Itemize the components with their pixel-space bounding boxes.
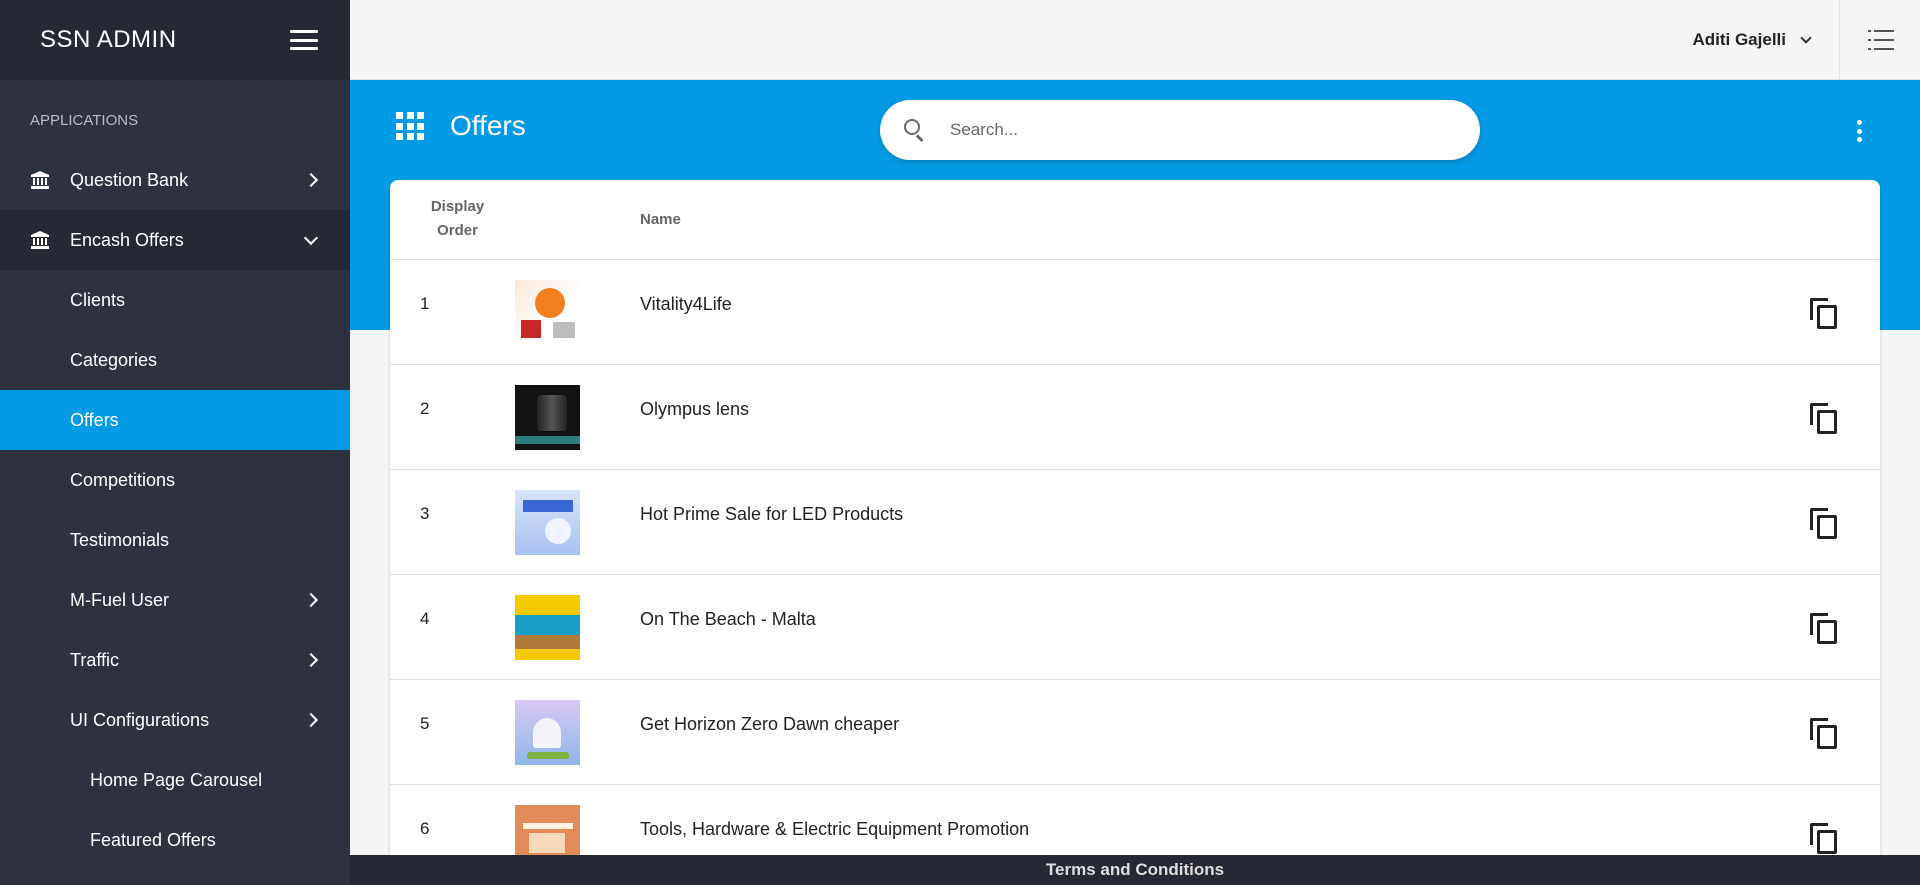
sidebar: SSN ADMIN APPLICATIONS Question Bank Enc… [0,0,350,885]
sidebar-brand: SSN ADMIN [0,0,350,80]
offer-name-cell: Get Horizon Zero Dawn cheaper [640,714,900,734]
brand-title: SSN ADMIN [40,26,177,53]
offer-name-cell: Olympus lens [640,399,750,419]
sidebar-item-featured-offers[interactable]: Featured Offers [0,810,350,870]
offer-name-cell: On The Beach - Malta [640,609,816,629]
page-title-group: Offers [396,110,526,142]
offer-name-cell: Hot Prime Sale for LED Products [640,504,904,524]
table-row[interactable]: 1 Vitality4Life [390,260,1880,365]
bank-icon [30,170,50,190]
sidebar-item-offers[interactable]: Offers [0,390,350,450]
sidebar-item-label: Home Page Carousel [90,769,263,790]
user-menu[interactable]: Aditi Gajelli [1692,0,1812,80]
section-label: APPLICATIONS [30,112,139,129]
sidebar-item-ui-configurations[interactable]: UI Configurations [0,690,350,750]
more-vert-icon[interactable] [1856,120,1862,142]
offer-thumbnail [515,700,580,765]
search-input[interactable] [950,120,1430,140]
column-header-display-order[interactable]: Display Order [415,195,500,243]
display-order-cell: 1 [420,294,430,313]
sidebar-item-question-bank[interactable]: Question Bank [0,150,350,210]
offer-thumbnail [515,805,580,860]
chevron-down-icon [1800,31,1812,44]
sidebar-item-label: Testimonials [70,529,170,550]
table-header: Display Order Name [390,180,1880,260]
sidebar-item-label: Featured Offers [90,829,216,850]
sidebar-item-label: Categories [70,349,158,370]
hamburger-menu-icon[interactable] [290,30,318,50]
sidebar-item-competitions[interactable]: Competitions [0,450,350,510]
page-title: Offers [450,110,526,141]
offer-thumbnail [515,490,580,555]
copy-icon[interactable] [1810,718,1838,750]
copy-icon[interactable] [1810,613,1838,645]
list-icon[interactable] [1868,30,1894,50]
display-order-cell: 4 [420,609,430,628]
sidebar-item-categories[interactable]: Categories [0,330,350,390]
sidebar-item-label: Clients [70,289,126,310]
offer-name-cell: Vitality4Life [640,294,732,314]
sidebar-item-encash-offers[interactable]: Encash Offers [0,210,350,270]
table-row[interactable]: 6 Tools, Hardware & Electric Equipment P… [390,785,1880,860]
sidebar-item-clients[interactable]: Clients [0,270,350,330]
table-row[interactable]: 5 Get Horizon Zero Dawn cheaper [390,680,1880,785]
offer-thumbnail [515,595,580,660]
offer-name-cell: Tools, Hardware & Electric Equipment Pro… [640,819,1030,839]
sidebar-item-label: Competitions [70,469,176,490]
table-row[interactable]: 4 On The Beach - Malta [390,575,1880,680]
search-icon [904,119,926,142]
apps-grid-icon [396,112,424,140]
terms-link[interactable]: Terms and Conditions [1046,860,1224,880]
display-order-cell: 2 [420,399,430,418]
copy-icon[interactable] [1810,403,1838,435]
column-header-name[interactable]: Name [640,208,681,232]
bank-icon [30,230,50,250]
sidebar-item-testimonials[interactable]: Testimonials [0,510,350,570]
divider [1839,0,1840,80]
sidebar-item-traffic[interactable]: Traffic [0,630,350,690]
offer-thumbnail [515,280,580,345]
offer-thumbnail [515,385,580,450]
copy-icon[interactable] [1810,298,1838,330]
table-row[interactable]: 2 Olympus lens [390,365,1880,470]
table-row[interactable]: 3 Hot Prime Sale for LED Products [390,470,1880,575]
top-bar: Aditi Gajelli [350,0,1920,80]
column-header-text: Order [437,222,478,239]
offers-table: Display Order Name 1 Vitality4Life 2 Oly… [390,180,1880,860]
footer: Terms and Conditions [350,855,1920,885]
column-header-text: Display [430,198,485,215]
copy-icon[interactable] [1810,508,1838,540]
sidebar-item-home-page-carousel[interactable]: Home Page Carousel [0,750,350,810]
display-order-cell: 6 [420,819,430,838]
display-order-cell: 5 [420,714,430,733]
sidebar-nav: Question Bank Encash Offers Clients Cate… [0,150,350,870]
sidebar-item-m-fuel-user[interactable]: M-Fuel User [0,570,350,630]
search-bar [880,100,1480,160]
user-name: Aditi Gajelli [1692,30,1786,49]
display-order-cell: 3 [420,504,430,523]
copy-icon[interactable] [1810,823,1838,855]
sidebar-item-label: Offers [70,409,119,430]
